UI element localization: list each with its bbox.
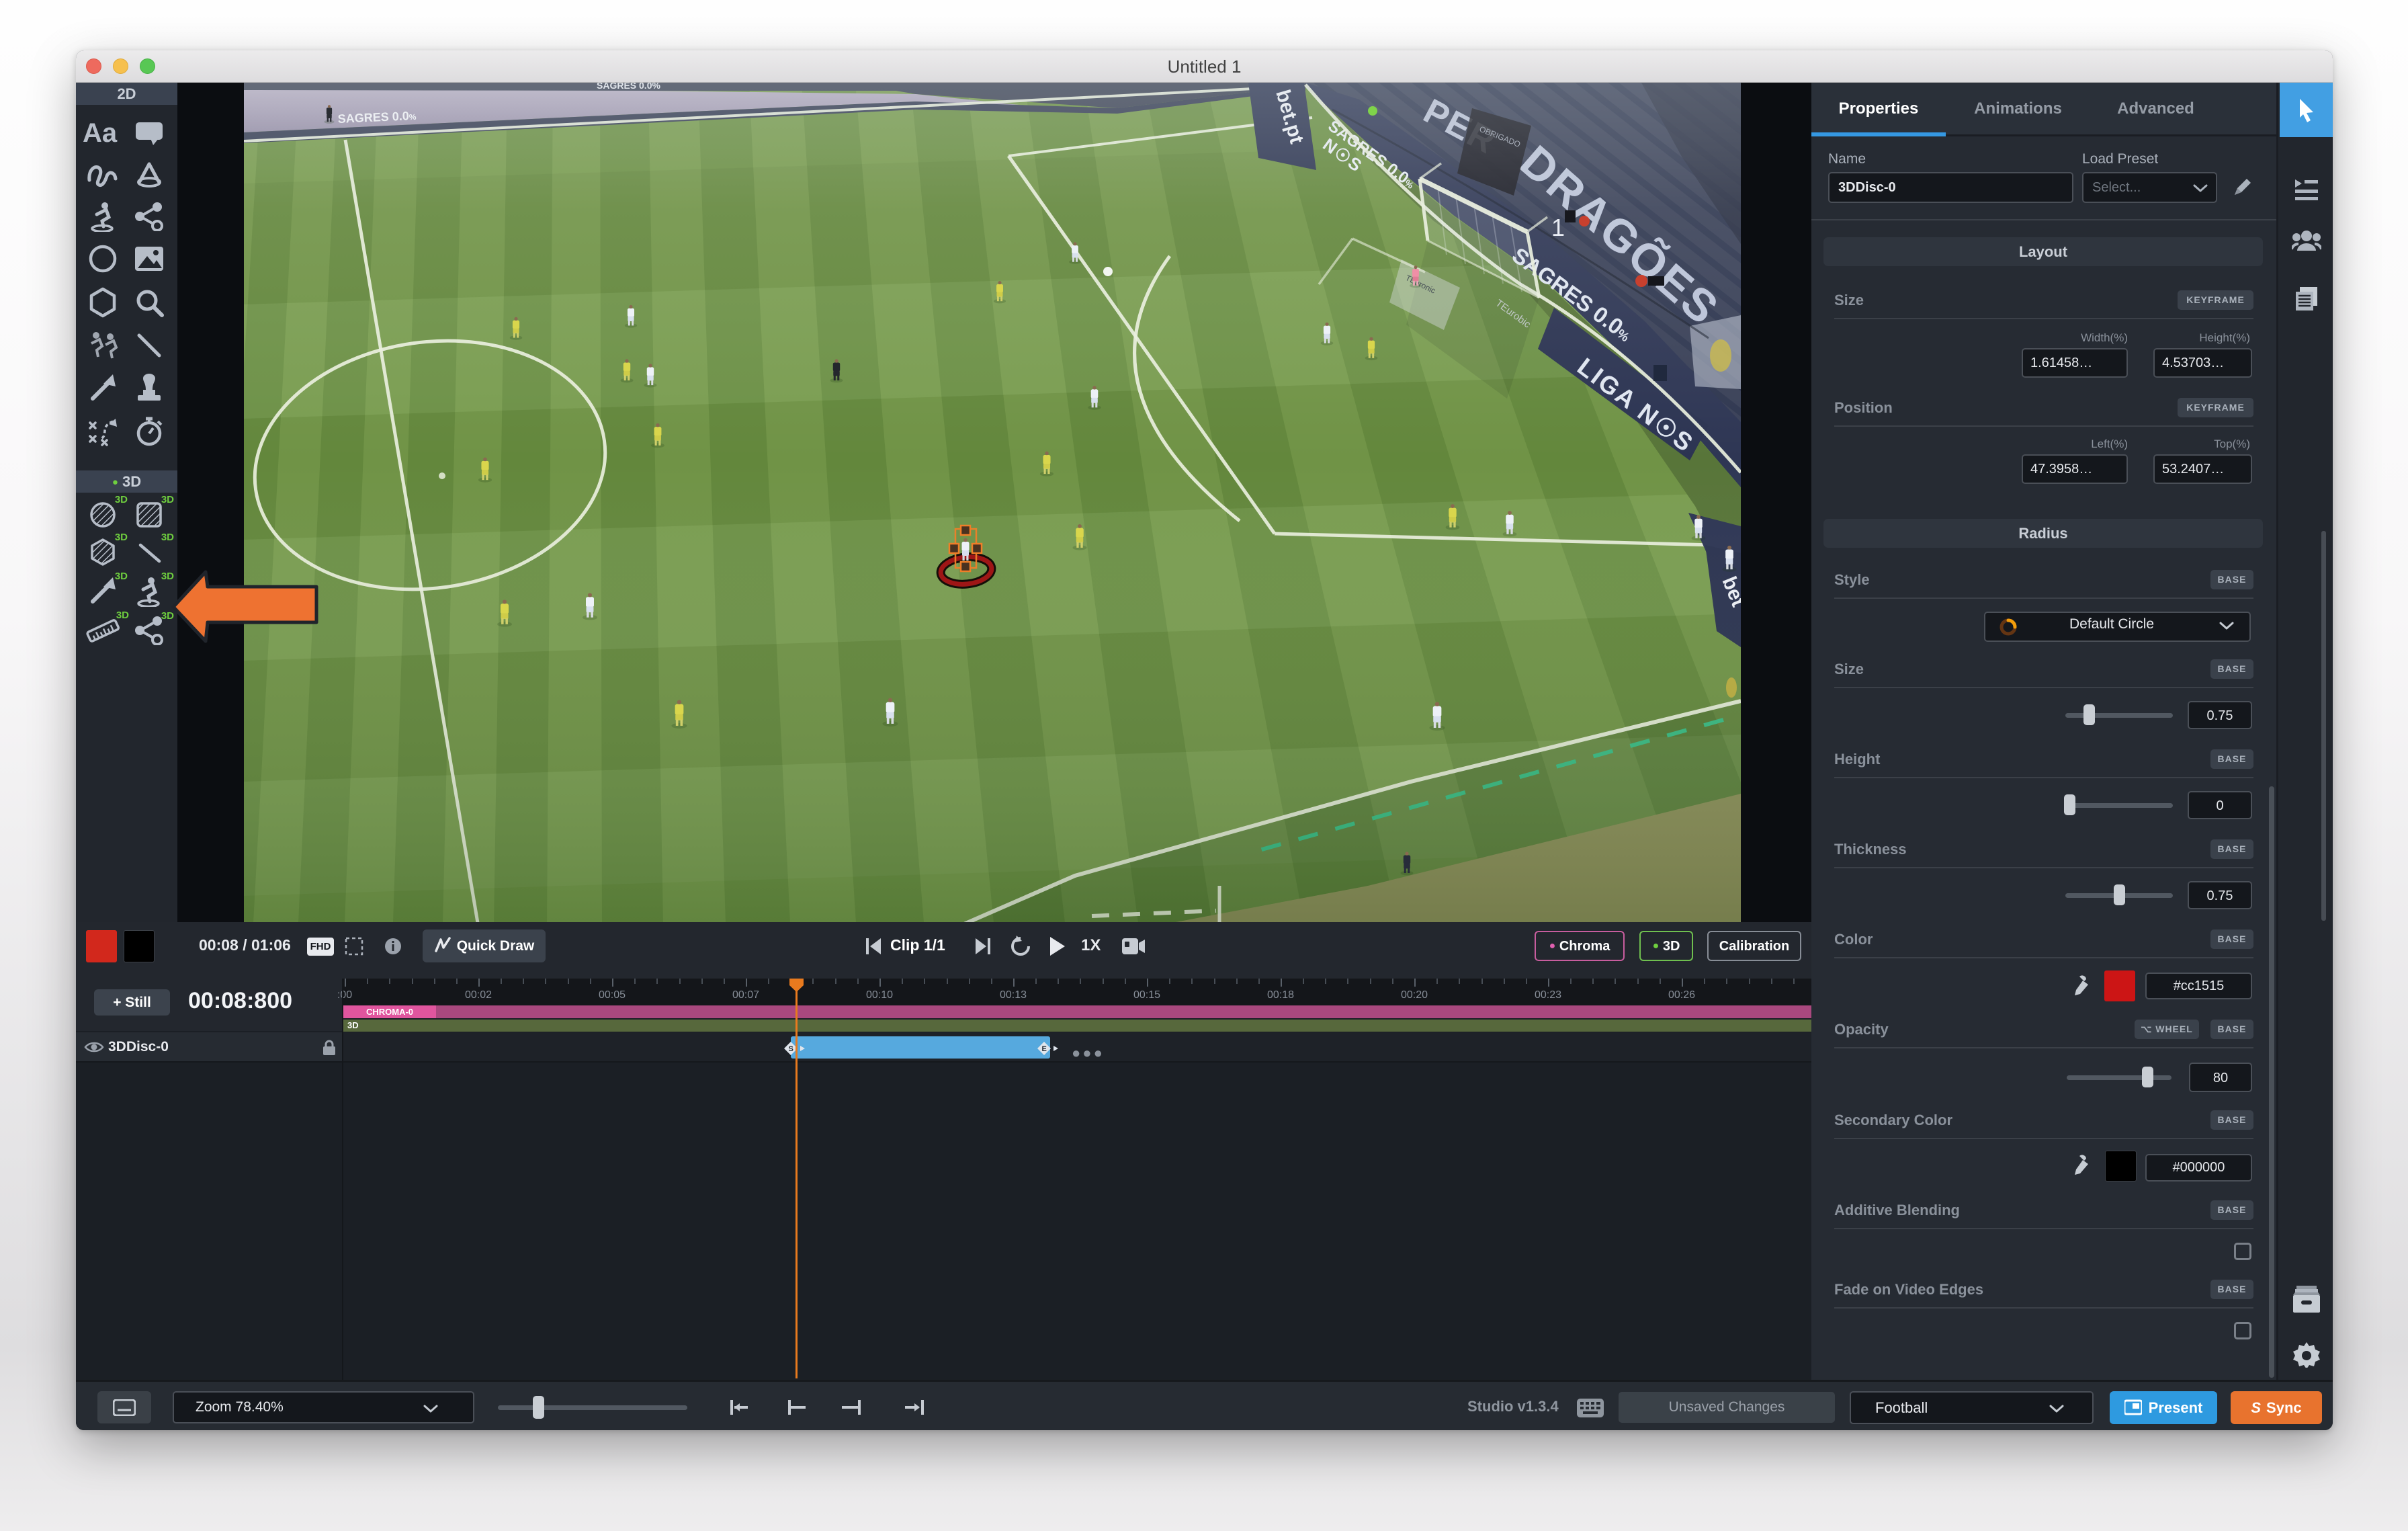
svg-text:S: S — [789, 1045, 793, 1053]
svg-text:E: E — [1042, 1045, 1047, 1053]
